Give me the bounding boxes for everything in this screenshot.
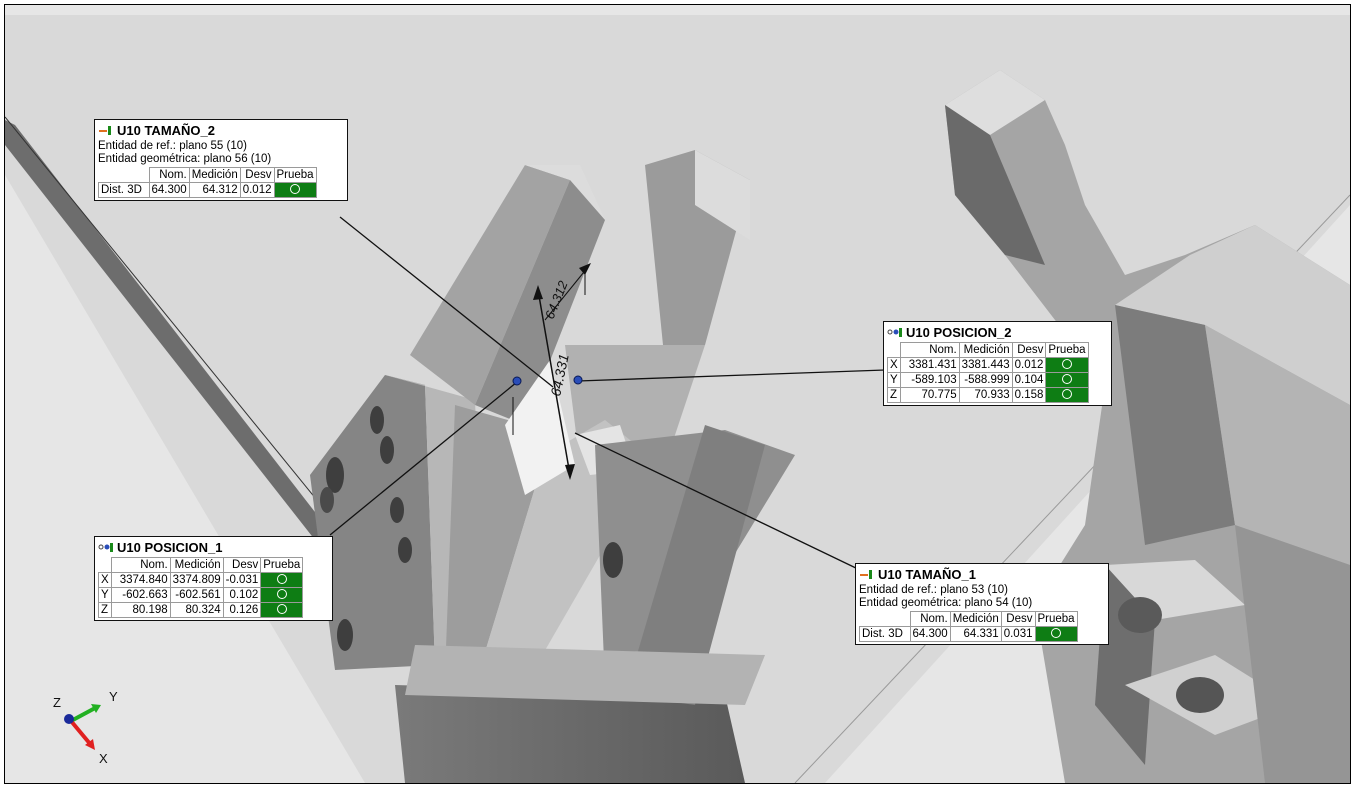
deviation-value: -0.031: [222, 572, 262, 588]
col-desv: Desv: [1011, 342, 1047, 358]
table-row: X 3381.431 3381.443 0.012: [887, 357, 1089, 373]
pass-circle-icon: [276, 604, 287, 615]
col-medicion: Medición: [169, 557, 224, 573]
nominal-value: 80.198: [110, 602, 171, 618]
nominal-value: 64.300: [148, 182, 190, 198]
measured-value: -588.999: [958, 372, 1013, 388]
measured-value: 3381.443: [958, 357, 1013, 373]
pass-circle-icon: [1061, 374, 1072, 385]
pass-circle-icon: [1061, 389, 1072, 400]
pass-indicator: [273, 182, 317, 198]
deviation-value: 0.104: [1011, 372, 1047, 388]
pass-indicator: [1045, 387, 1089, 403]
callout-title: U10 POSICION_1: [117, 539, 223, 555]
nominal-value: -589.103: [899, 372, 960, 388]
measured-value: 64.331: [949, 626, 1002, 642]
col-nom: Nom.: [110, 557, 171, 573]
measured-value: 80.324: [169, 602, 224, 618]
measure-point-2[interactable]: [573, 375, 583, 385]
table-row: Dist. 3D 64.300 64.312 0.012: [98, 182, 317, 198]
callout-title: U10 POSICION_2: [906, 324, 1012, 340]
axis-label-y: Y: [109, 689, 118, 704]
pass-circle-icon: [276, 589, 287, 600]
measured-value: 70.933: [958, 387, 1013, 403]
result-table: Nom. Medición Desv Prueba Dist. 3D 64.30…: [98, 167, 317, 198]
reference-entity: Entidad de ref.: plano 55 (10): [98, 140, 247, 152]
pass-circle-icon: [276, 574, 287, 585]
callout-title: U10 TAMAÑO_1: [878, 566, 977, 582]
table-row: Y -602.663 -602.561 0.102: [98, 587, 304, 603]
axis-triad: Y X Z: [53, 689, 118, 765]
measured-value: 64.312: [188, 182, 241, 198]
pass-indicator: [1045, 372, 1089, 388]
col-desv: Desv: [1000, 611, 1036, 627]
row-label: Z: [887, 387, 901, 403]
axis-label-z: Z: [53, 695, 61, 710]
col-nom: Nom.: [909, 611, 951, 627]
result-table: Nom. Medición Desv Prueba X 3374.840 337…: [98, 557, 304, 618]
col-prueba: Prueba: [273, 167, 317, 183]
result-table: Nom. Medición Desv Prueba X 3381.431 338…: [887, 342, 1089, 403]
col-desv: Desv: [222, 557, 262, 573]
col-nom: Nom.: [148, 167, 190, 183]
nominal-value: 3381.431: [899, 357, 960, 373]
col-medicion: Medición: [958, 342, 1013, 358]
geometric-entity: Entidad geométrica: plano 56 (10): [98, 153, 272, 165]
result-table: Nom. Medición Desv Prueba Dist. 3D 64.30…: [859, 611, 1078, 642]
deviation-value: 0.012: [239, 182, 275, 198]
pass-indicator: [260, 572, 304, 588]
callout-posicion-1[interactable]: U10 POSICION_1 Nom. Medición Desv Prueba…: [94, 536, 333, 621]
row-label: X: [98, 572, 112, 588]
row-label: X: [887, 357, 901, 373]
pass-indicator: [1034, 626, 1078, 642]
callout-tamano-1[interactable]: U10 TAMAÑO_1 Entidad de ref.: plano 53 (…: [855, 563, 1109, 645]
axis-label-x: X: [99, 751, 108, 765]
pass-circle-icon: [290, 184, 301, 195]
nominal-value: 64.300: [909, 626, 951, 642]
callout-title: U10 TAMAÑO_2: [117, 122, 216, 138]
deviation-value: 0.126: [222, 602, 262, 618]
deviation-value: 0.012: [1011, 357, 1047, 373]
callout-tamano-2[interactable]: U10 TAMAÑO_2 Entidad de ref.: plano 55 (…: [94, 119, 348, 201]
pass-circle-icon: [1061, 359, 1072, 370]
col-prueba: Prueba: [1034, 611, 1078, 627]
callout-posicion-2[interactable]: U10 POSICION_2 Nom. Medición Desv Prueba…: [883, 321, 1112, 406]
row-label: Z: [98, 602, 112, 618]
size-dimension-icon: [859, 568, 875, 580]
nominal-value: -602.663: [110, 587, 171, 603]
3d-viewport[interactable]: 64.331 64.312 U10 TAMAÑO_2 Entidad de re…: [4, 4, 1351, 784]
table-row: X 3374.840 3374.809 -0.031: [98, 572, 304, 588]
row-label: Y: [887, 372, 901, 388]
pass-indicator: [1045, 357, 1089, 373]
row-label: Y: [98, 587, 112, 603]
deviation-value: 0.102: [222, 587, 262, 603]
col-nom: Nom.: [899, 342, 960, 358]
nominal-value: 3374.840: [110, 572, 171, 588]
row-label: Dist. 3D: [859, 626, 911, 642]
col-prueba: Prueba: [1045, 342, 1089, 358]
position-point-icon: [98, 541, 114, 553]
table-row: Dist. 3D 64.300 64.331 0.031: [859, 626, 1078, 642]
pass-circle-icon: [1051, 628, 1062, 639]
position-point-icon: [887, 326, 903, 338]
col-medicion: Medición: [949, 611, 1002, 627]
table-row: Y -589.103 -588.999 0.104: [887, 372, 1089, 388]
measured-value: -602.561: [169, 587, 224, 603]
size-dimension-icon: [98, 124, 114, 136]
row-label: Dist. 3D: [98, 182, 150, 198]
col-desv: Desv: [239, 167, 275, 183]
table-row: Z 80.198 80.324 0.126: [98, 602, 304, 618]
measured-value: 3374.809: [169, 572, 224, 588]
geometric-entity: Entidad geométrica: plano 54 (10): [859, 597, 1033, 609]
table-row: Z 70.775 70.933 0.158: [887, 387, 1089, 403]
col-prueba: Prueba: [260, 557, 304, 573]
deviation-value: 0.031: [1000, 626, 1036, 642]
measure-point-1[interactable]: [512, 376, 522, 386]
nominal-value: 70.775: [899, 387, 960, 403]
deviation-value: 0.158: [1011, 387, 1047, 403]
reference-entity: Entidad de ref.: plano 53 (10): [859, 584, 1008, 596]
col-medicion: Medición: [188, 167, 241, 183]
pass-indicator: [260, 587, 304, 603]
pass-indicator: [260, 602, 304, 618]
